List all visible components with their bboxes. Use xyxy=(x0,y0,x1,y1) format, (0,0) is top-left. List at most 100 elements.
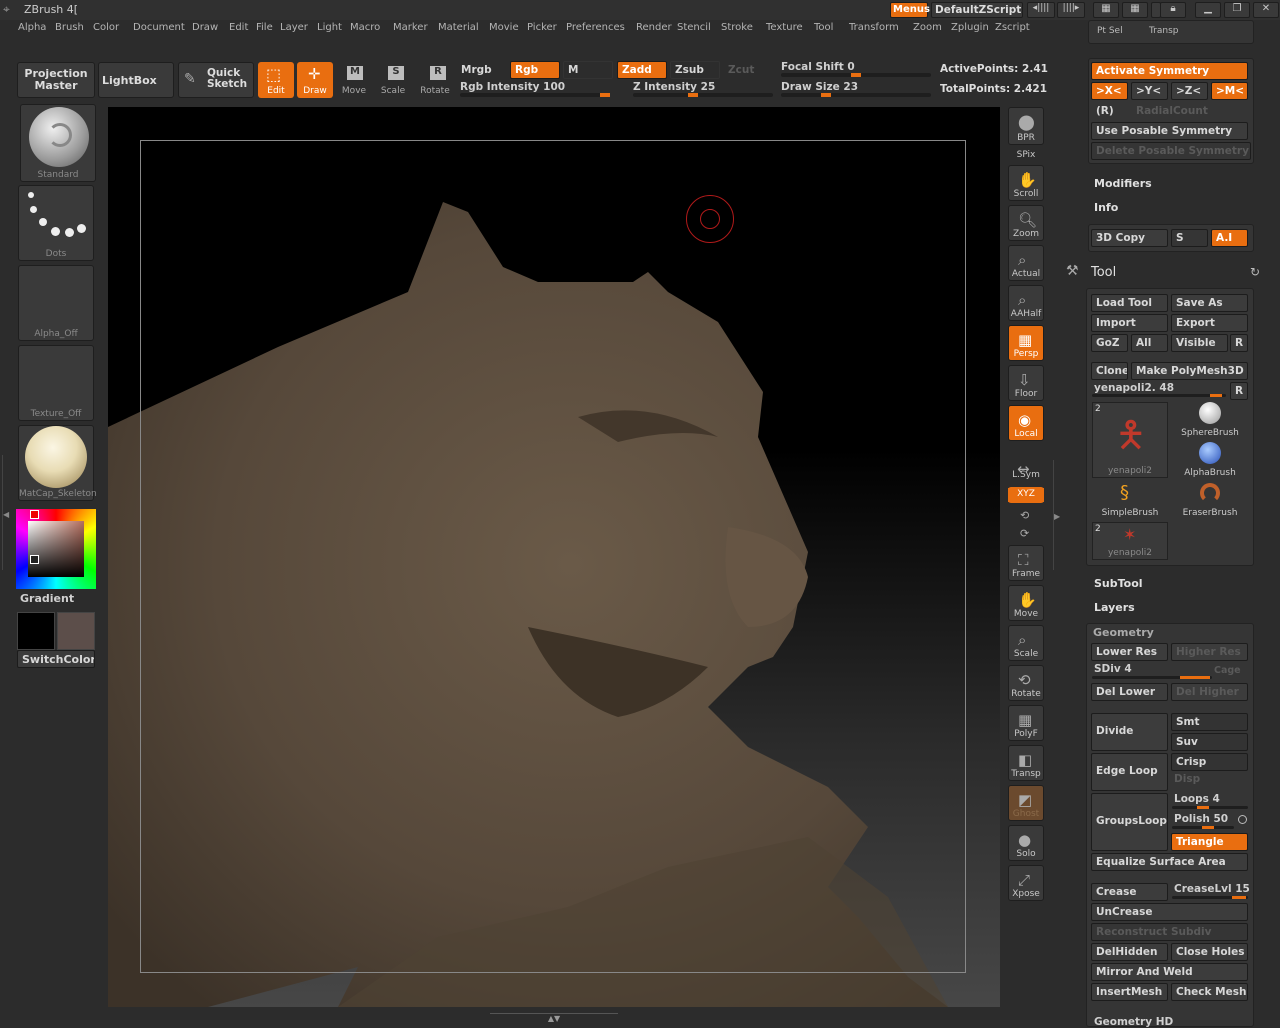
rgb-button[interactable]: Rgb xyxy=(510,61,560,79)
frame-button[interactable]: ⛶ Frame xyxy=(1008,545,1044,581)
menu-macro[interactable]: Macro xyxy=(350,22,380,33)
use-posable-symmetry-button[interactable]: Use Posable Symmetry xyxy=(1091,122,1248,140)
sdiv-slider-track[interactable] xyxy=(1092,676,1212,679)
tool-thumb-spherebrush[interactable]: SphereBrush xyxy=(1172,402,1248,440)
persp-button[interactable]: ▦ Persp xyxy=(1008,325,1044,361)
menu-tool[interactable]: Tool xyxy=(814,22,833,33)
color-picker-square[interactable] xyxy=(28,521,84,577)
document-canvas[interactable] xyxy=(108,107,1000,1007)
menu-draw[interactable]: Draw xyxy=(192,22,218,33)
draw-size-handle[interactable] xyxy=(821,93,831,97)
current-tool-r-button[interactable]: R xyxy=(1230,382,1248,400)
ghost-button[interactable]: ◩ Ghost xyxy=(1008,785,1044,821)
menu-document[interactable]: Document xyxy=(133,22,185,33)
alpha-selector[interactable]: Alpha_Off xyxy=(18,265,94,341)
loops-slider[interactable]: Loops 4 xyxy=(1174,793,1220,805)
info-header[interactable]: Info xyxy=(1094,201,1118,214)
del-lower-button[interactable]: Del Lower xyxy=(1091,683,1168,701)
zadd-button[interactable]: Zadd xyxy=(617,61,667,79)
stroke-selector[interactable]: Dots xyxy=(18,185,94,261)
radial-count-slider[interactable]: RadialCount xyxy=(1131,102,1248,120)
rgb-intensity-slider[interactable] xyxy=(460,93,610,97)
lightbox-button[interactable]: LightBox xyxy=(98,62,174,98)
smt-button[interactable]: Smt xyxy=(1171,713,1248,731)
draw-size-slider[interactable] xyxy=(781,93,931,97)
geometry-hd-header[interactable]: Geometry HD xyxy=(1094,1016,1173,1028)
aahalf-button[interactable]: ⌕ AAHalf xyxy=(1008,285,1044,321)
focal-shift-slider[interactable] xyxy=(781,73,931,77)
crease-lvl-slider[interactable]: CreaseLvl 15 xyxy=(1174,883,1250,895)
menu-marker[interactable]: Marker xyxy=(393,22,428,33)
current-tool-slider-track[interactable] xyxy=(1092,394,1226,397)
equalize-surface-area-button[interactable]: Equalize Surface Area xyxy=(1091,853,1248,871)
polish-slider[interactable]: Polish 50 xyxy=(1174,813,1228,825)
material-selector[interactable]: MatCap_Skeleton xyxy=(18,425,97,501)
crease-lvl-handle[interactable] xyxy=(1232,896,1246,899)
goz-button[interactable]: GoZ xyxy=(1091,334,1128,352)
lower-res-button[interactable]: Lower Res xyxy=(1091,643,1168,661)
bpr-button[interactable]: ⬤ BPR xyxy=(1008,107,1044,145)
polish-circle-icon[interactable] xyxy=(1238,815,1247,824)
delete-posable-symmetry-button[interactable]: Delete Posable Symmetry xyxy=(1091,142,1251,160)
rotate-button[interactable]: ⟲ Rotate xyxy=(1008,665,1044,701)
tool-thumb-alphabrush[interactable]: AlphaBrush xyxy=(1172,442,1248,480)
cage-button[interactable]: Cage xyxy=(1214,665,1241,676)
brush-selector[interactable]: Standard xyxy=(20,104,96,182)
pt-sel-label[interactable]: Pt Sel xyxy=(1097,26,1123,36)
clone-button[interactable]: Clone xyxy=(1091,362,1128,380)
symmetry-y-button[interactable]: >Y< xyxy=(1131,82,1168,100)
tool-thumb-yenapoli2-small[interactable]: 2 ✶ yenapoli2 xyxy=(1092,522,1168,560)
m-button[interactable]: M xyxy=(563,61,613,79)
left-tray-handle[interactable]: ◀ xyxy=(2,455,10,570)
solo-button[interactable]: ● Solo xyxy=(1008,825,1044,861)
sdiv-slider[interactable]: SDiv 4 xyxy=(1094,663,1132,675)
symmetry-x-button[interactable]: >X< xyxy=(1091,82,1128,100)
menu-movie[interactable]: Movie xyxy=(489,22,519,33)
disp-slider[interactable]: Disp xyxy=(1174,773,1200,785)
actual-button[interactable]: ⌕ Actual xyxy=(1008,245,1044,281)
subtool-header[interactable]: SubTool xyxy=(1094,577,1143,590)
move-mode-button[interactable]: M Move xyxy=(337,62,371,98)
rotate-y-icon[interactable]: ⟲ xyxy=(1020,509,1029,522)
spix-button[interactable]: SPix xyxy=(1008,145,1044,161)
rotate-mode-button[interactable]: R Rotate xyxy=(418,62,452,98)
rgb-intensity-handle[interactable] xyxy=(600,93,610,97)
higher-res-button[interactable]: Higher Res xyxy=(1171,643,1248,661)
floor-button[interactable]: ⇩ Floor xyxy=(1008,365,1044,401)
close-holes-button[interactable]: Close Holes xyxy=(1171,943,1248,961)
visible-button[interactable]: Visible xyxy=(1171,334,1228,352)
secondary-color-swatch[interactable] xyxy=(57,612,95,650)
delhidden-button[interactable]: DelHidden xyxy=(1091,943,1168,961)
menu-stroke[interactable]: Stroke xyxy=(721,22,753,33)
scale-mode-button[interactable]: S Scale xyxy=(376,62,410,98)
loops-slider-track[interactable] xyxy=(1172,806,1248,809)
all-button[interactable]: All xyxy=(1131,334,1168,352)
crisp-button[interactable]: Crisp xyxy=(1171,753,1248,771)
activate-symmetry-button[interactable]: Activate Symmetry xyxy=(1091,62,1248,80)
polyf-button[interactable]: ▦ PolyF xyxy=(1008,705,1044,741)
right-tray-handle[interactable]: ▶ xyxy=(1053,460,1060,570)
ai-button[interactable]: A.I xyxy=(1211,229,1248,247)
menu-render[interactable]: Render xyxy=(636,22,672,33)
menu-stencil[interactable]: Stencil xyxy=(677,22,711,33)
menu-zscript[interactable]: Zscript xyxy=(995,22,1030,33)
suv-button[interactable]: Suv xyxy=(1171,733,1248,751)
transp-label[interactable]: Transp xyxy=(1149,26,1179,36)
menu-picker[interactable]: Picker xyxy=(527,22,557,33)
z-intensity-slider[interactable] xyxy=(633,93,773,97)
focal-shift-handle[interactable] xyxy=(851,73,861,77)
import-button[interactable]: Import xyxy=(1091,314,1168,332)
rotate-z-icon[interactable]: ⟳ xyxy=(1020,527,1029,540)
tool-thumb-eraserbrush[interactable]: EraserBrush xyxy=(1172,482,1248,520)
s-button[interactable]: S xyxy=(1171,229,1208,247)
geometry-header[interactable]: Geometry xyxy=(1093,626,1154,639)
menu-file[interactable]: File xyxy=(256,22,273,33)
load-tool-button[interactable]: Load Tool xyxy=(1091,294,1168,312)
menu-light[interactable]: Light xyxy=(317,22,342,33)
menu-texture[interactable]: Texture xyxy=(766,22,803,33)
goz-r-button[interactable]: R xyxy=(1230,334,1248,352)
scale-button[interactable]: ⌕ Scale xyxy=(1008,625,1044,661)
menu-material[interactable]: Material xyxy=(438,22,479,33)
xyz-button[interactable]: XYZ xyxy=(1008,487,1044,503)
tool-thumb-yenapoli2[interactable]: 2 🯅 yenapoli2 xyxy=(1092,402,1168,478)
